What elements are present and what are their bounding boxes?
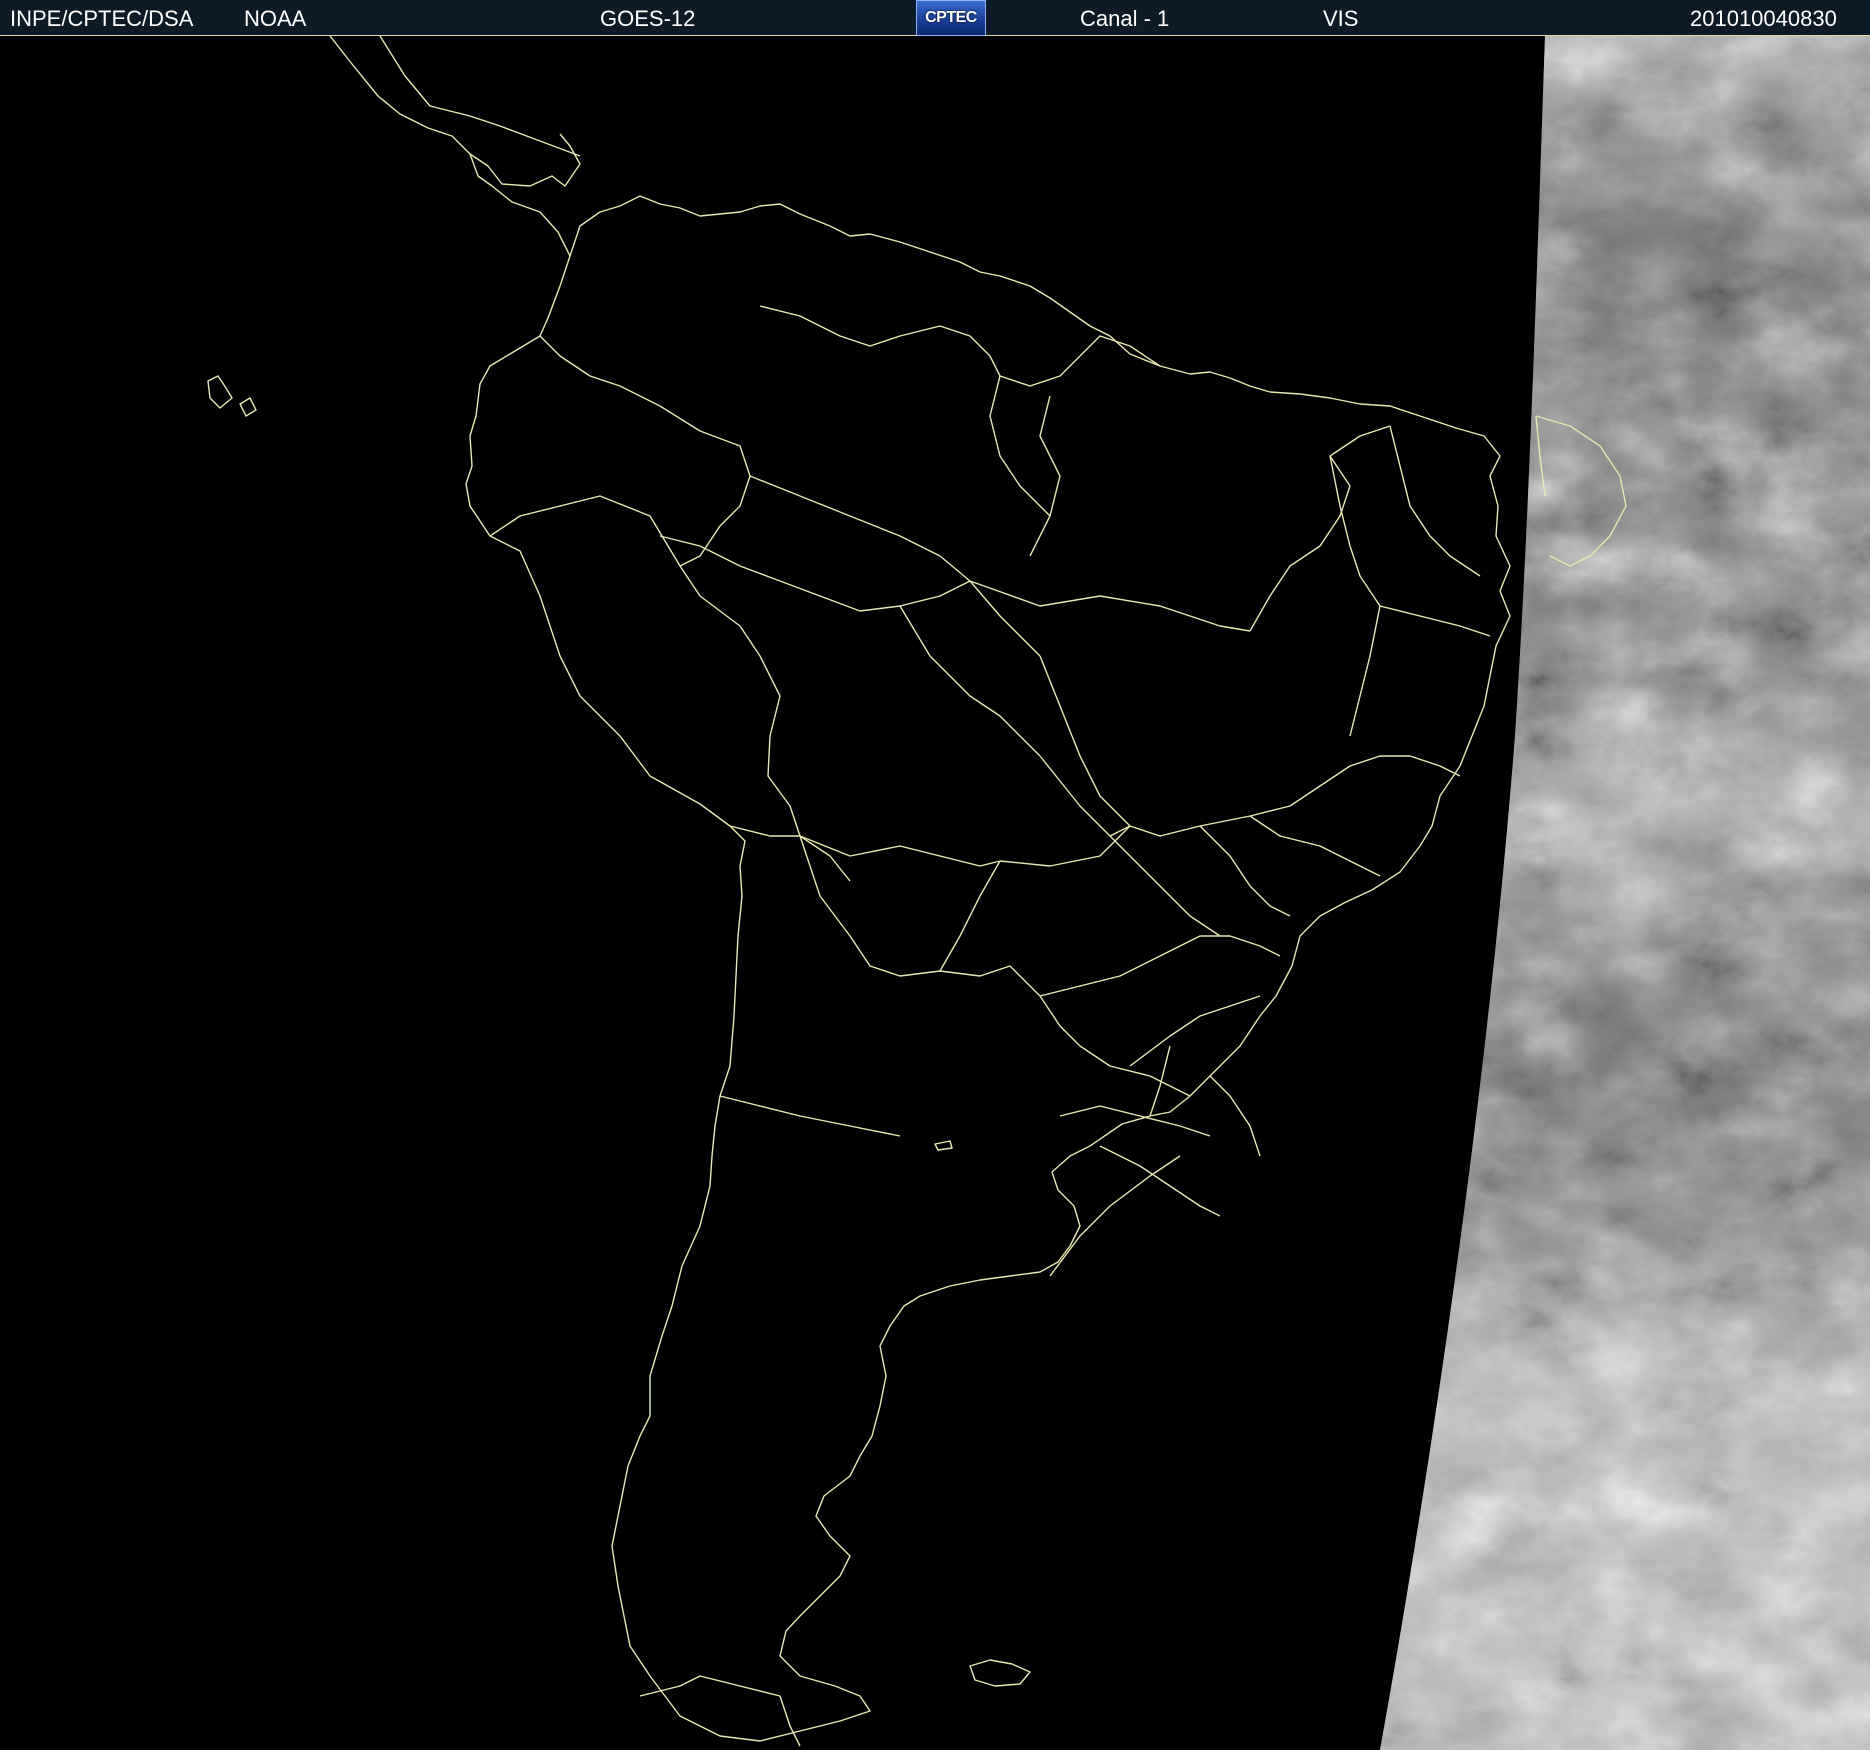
logo-text: CPTEC [925, 9, 977, 26]
channel-label: Canal - 1 [1080, 6, 1170, 31]
source-label: INPE/CPTEC/DSA [10, 6, 194, 31]
satellite-map [0, 36, 1870, 1750]
band-label: VIS [1323, 6, 1359, 31]
agency-label: NOAA [244, 6, 307, 31]
cptec-logo: CPTEC [916, 0, 986, 36]
satellite-label: GOES-12 [600, 6, 696, 31]
image-header-bar: INPE/CPTEC/DSA NOAA GOES-12 CPTEC Canal … [0, 0, 1870, 36]
timestamp-label: 201010040830 [1690, 6, 1837, 31]
